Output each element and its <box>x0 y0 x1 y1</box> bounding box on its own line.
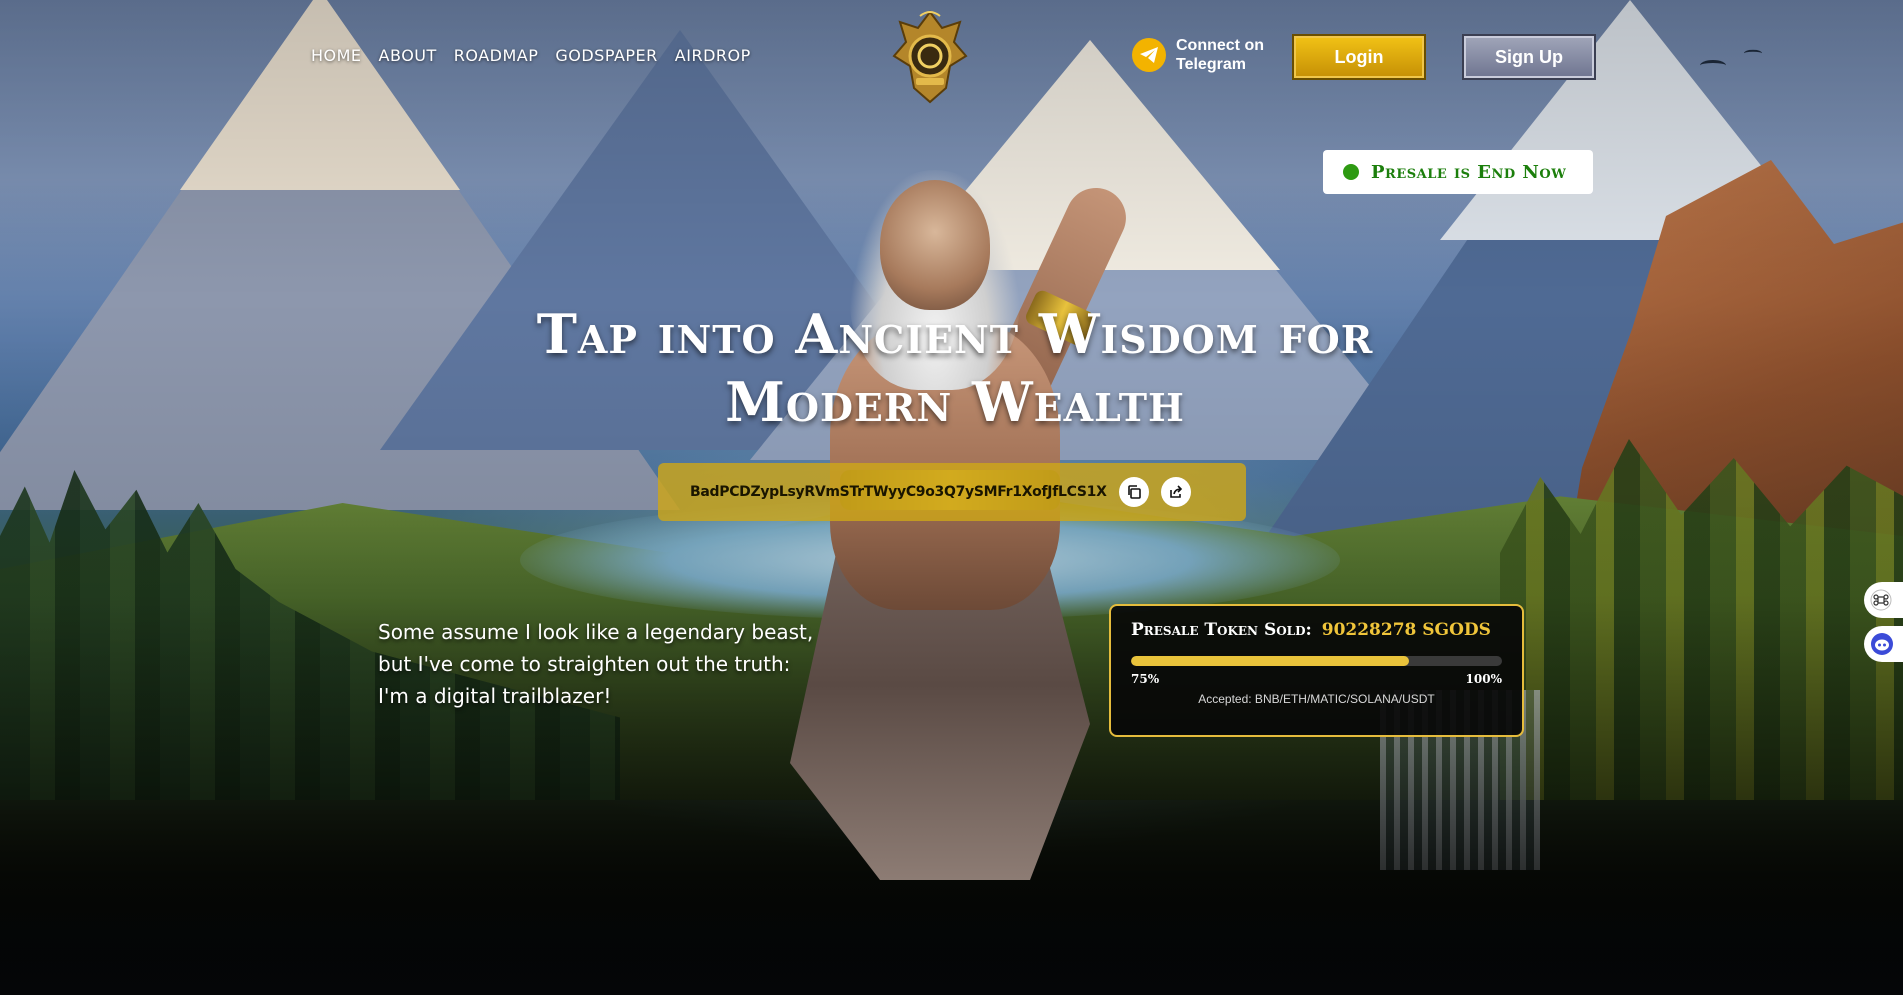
hero-headline-line1: Tap into Ancient Wisdom for <box>536 302 1374 366</box>
copy-button[interactable] <box>1118 477 1149 507</box>
presale-sold-amount: 90228278 SGODS <box>1321 620 1491 640</box>
contract-address-box: BadPCDZypLsyRVmSTrTWyyC9o3Q7ySMFr1XofJfL… <box>658 463 1246 521</box>
nav-home[interactable]: HOME <box>311 46 362 65</box>
share-icon <box>1169 485 1182 498</box>
presale-progress-fill <box>1131 656 1410 666</box>
presale-status-text: Presale is End Now <box>1371 161 1567 183</box>
telegram-label-line1: Connect on <box>1176 37 1264 54</box>
command-widget-button[interactable] <box>1864 582 1903 618</box>
nav-airdrop[interactable]: AIRDROP <box>675 46 751 65</box>
telegram-label-line2: Telegram <box>1176 56 1246 73</box>
presale-card-title: Presale Token Sold: 90228278 SGODS <box>1131 620 1502 640</box>
assistant-widget-button[interactable] <box>1864 626 1903 662</box>
accepted-currencies: Accepted: BNB/ETH/MATIC/SOLANA/USDT <box>1198 692 1435 706</box>
nav-about[interactable]: ABOUT <box>379 46 437 65</box>
nav-godspaper[interactable]: GODSPAPER <box>555 46 657 65</box>
figure-head <box>880 180 990 310</box>
progress-label-current: 75% <box>1131 672 1160 686</box>
signup-button[interactable]: Sign Up <box>1462 34 1596 80</box>
copy-icon <box>1127 485 1141 499</box>
quote-line1: Some assume I look like a legendary beas… <box>378 620 814 644</box>
deity-figure <box>730 170 1150 930</box>
contract-address[interactable]: BadPCDZypLsyRVmSTrTWyyC9o3Q7ySMFr1XofJfL… <box>690 484 1107 500</box>
nav-roadmap[interactable]: ROADMAP <box>454 46 539 65</box>
presale-status-badge: Presale is End Now <box>1323 150 1593 194</box>
quote-line3: I'm a digital trailblazer! <box>378 684 612 708</box>
telegram-label: Connect on Telegram <box>1176 36 1264 74</box>
assistant-icon <box>1871 633 1893 655</box>
hero-headline: Tap into Ancient Wisdom for Modern Wealt… <box>420 300 1490 436</box>
login-button[interactable]: Login <box>1292 34 1426 80</box>
telegram-icon <box>1132 38 1166 72</box>
presale-progress-card: Presale Token Sold: 90228278 SGODS 75% 1… <box>1109 604 1524 737</box>
presale-sold-label: Presale Token Sold: <box>1131 620 1312 640</box>
crest-logo-icon <box>892 10 968 104</box>
hero-quote: Some assume I look like a legendary beas… <box>378 616 818 712</box>
hero-headline-line2: Modern Wealth <box>725 370 1185 434</box>
connect-telegram-link[interactable]: Connect on Telegram <box>1132 36 1264 74</box>
share-button[interactable] <box>1160 477 1191 507</box>
site-logo[interactable] <box>890 8 970 106</box>
main-nav: HOME ABOUT ROADMAP GODSPAPER AIRDROP <box>311 46 751 65</box>
command-icon <box>1870 589 1892 611</box>
quote-line2: but I've come to straighten out the trut… <box>378 652 791 676</box>
progress-labels: 75% 100% <box>1131 672 1502 686</box>
progress-label-max: 100% <box>1465 672 1502 686</box>
status-dot-icon <box>1343 164 1359 180</box>
paper-plane-icon <box>1140 47 1158 63</box>
presale-progress-bar <box>1131 656 1502 666</box>
